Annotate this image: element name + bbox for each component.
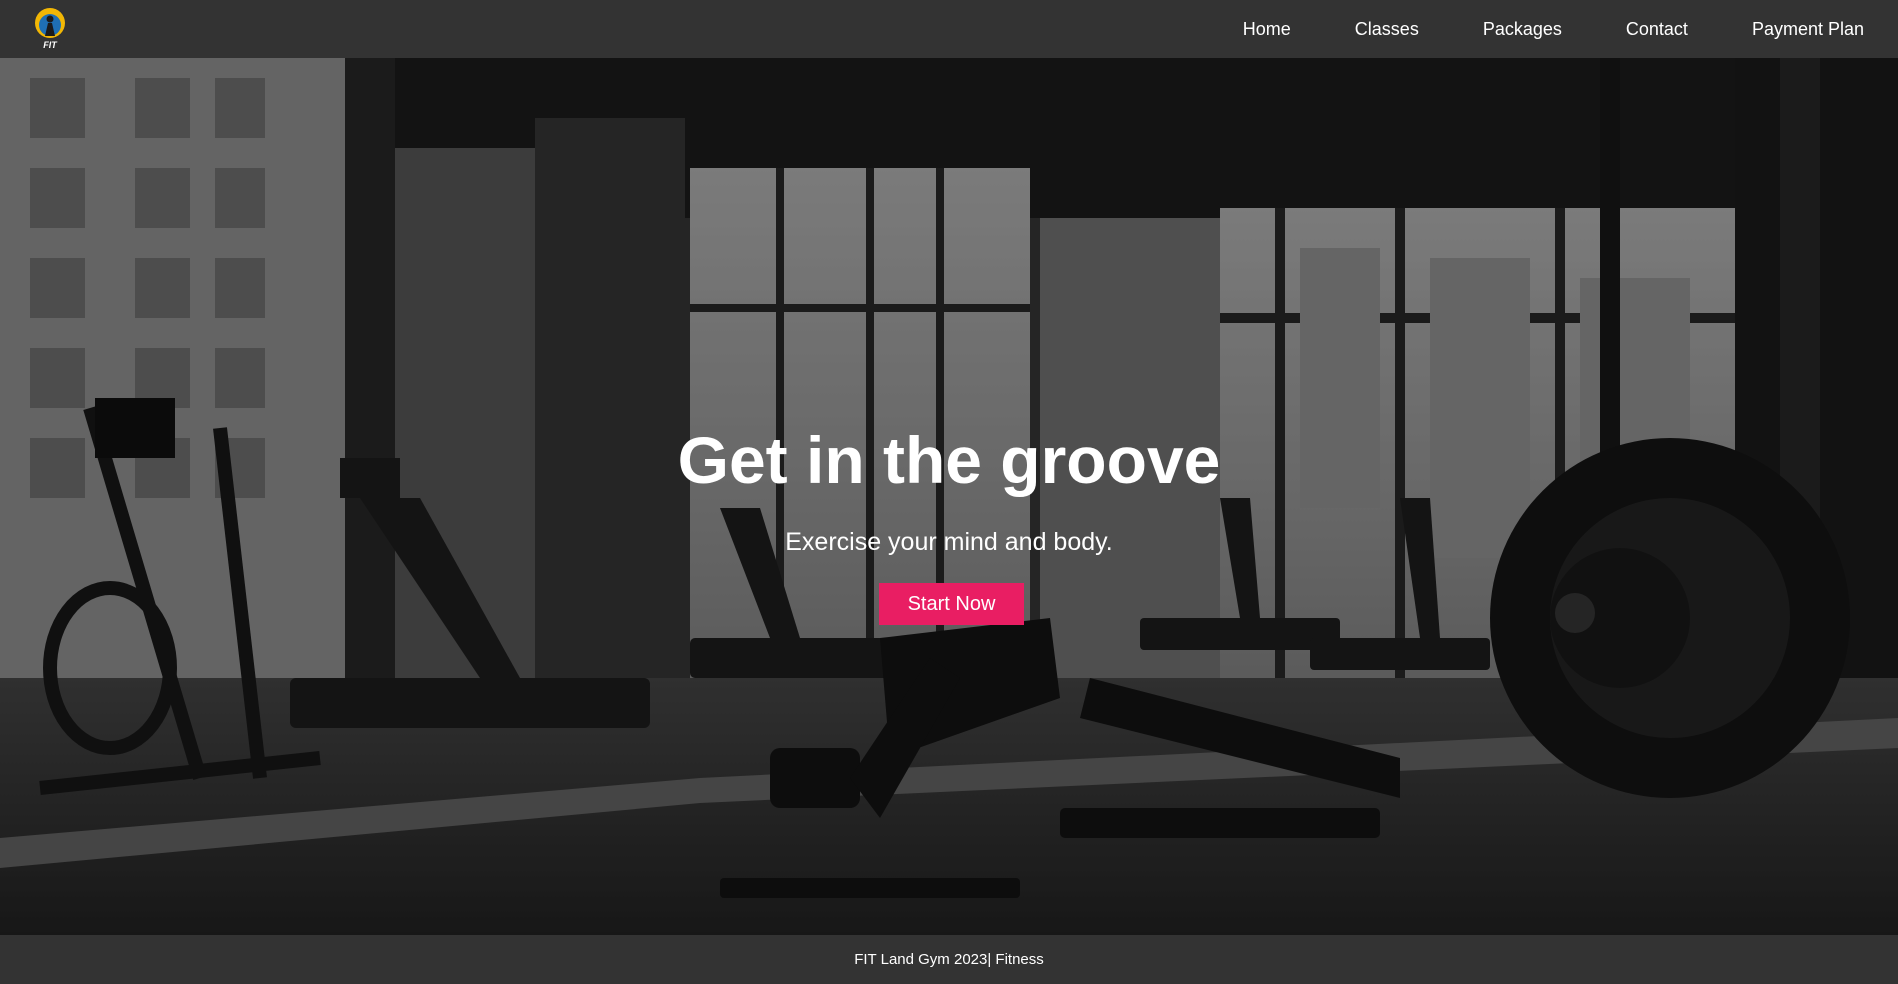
navbar: FIT Home Classes Packages Contact Paymen… [0, 0, 1898, 58]
logo-text: FIT [43, 40, 58, 50]
nav-payment-plan[interactable]: Payment Plan [1752, 19, 1864, 40]
logo[interactable]: FIT [33, 6, 69, 52]
main-nav: Home Classes Packages Contact Payment Pl… [1179, 0, 1864, 58]
nav-home[interactable]: Home [1243, 19, 1291, 40]
hero-section: Get in the groove Exercise your mind and… [0, 58, 1898, 935]
hero-content: Get in the groove Exercise your mind and… [0, 58, 1898, 935]
nav-packages[interactable]: Packages [1483, 19, 1562, 40]
footer: FIT Land Gym 2023| Fitness [0, 935, 1898, 984]
footer-copyright: FIT Land Gym 2023| Fitness [854, 951, 1044, 968]
hero-subtitle: Exercise your mind and body. [785, 528, 1113, 556]
nav-classes[interactable]: Classes [1355, 19, 1419, 40]
start-now-button[interactable]: Start Now [879, 583, 1024, 625]
hero-title: Get in the groove [677, 423, 1221, 497]
logo-icon: FIT [35, 8, 65, 50]
nav-contact[interactable]: Contact [1626, 19, 1688, 40]
